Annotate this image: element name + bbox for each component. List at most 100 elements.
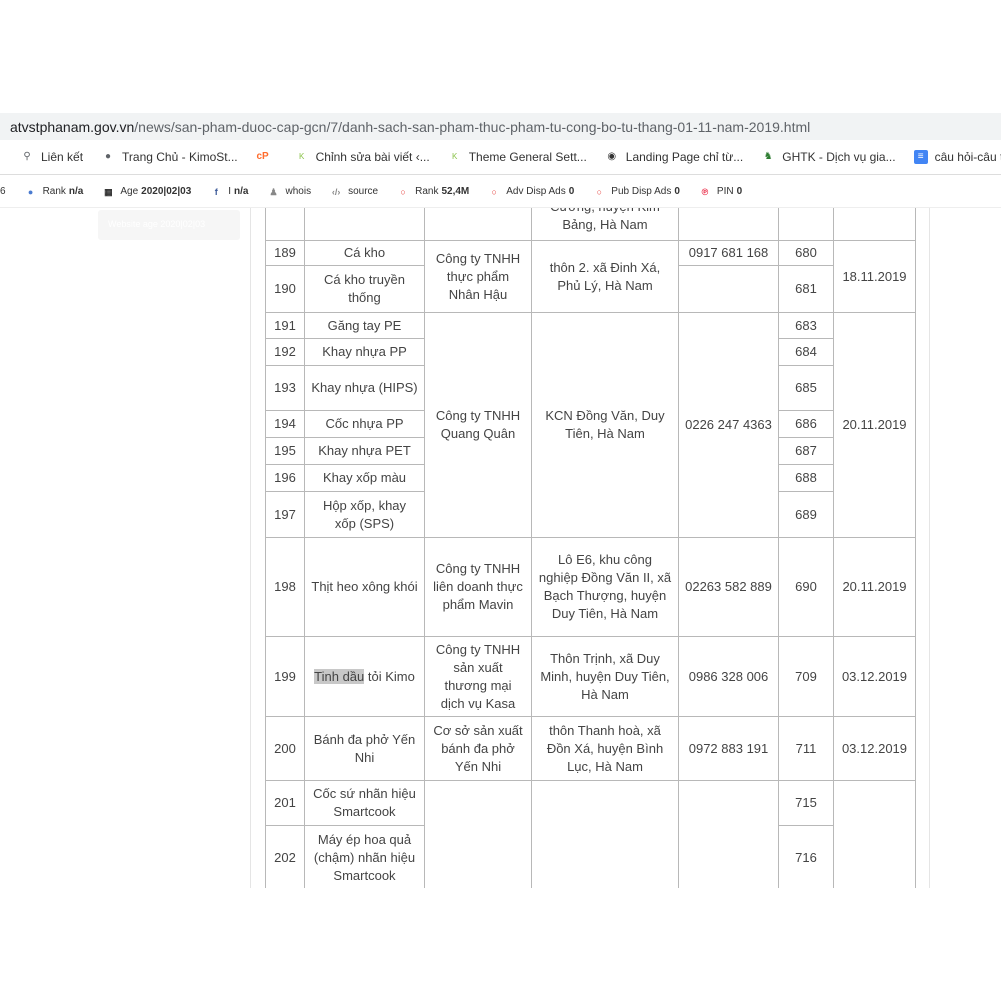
address-cell: Thôn Trịnh, xã Duy Minh, huyện Duy Tiên,… [531, 636, 679, 717]
extension-item[interactable]: ‹/› source [331, 186, 378, 197]
stt-cell: 200 [265, 716, 305, 781]
extension-label: I [228, 186, 232, 197]
extension-value: 0 [674, 186, 680, 197]
number-cell: 688 [778, 464, 834, 492]
bookmark-label: Liên kết [41, 150, 84, 164]
extension-item[interactable]: 6 [0, 186, 6, 197]
calendar-icon: ▦ [104, 186, 113, 197]
docs-icon: ≡ [913, 150, 928, 164]
extension-item[interactable]: ▦ Age 2020|02|03 [103, 186, 191, 197]
bookmark-item[interactable]: K Theme General Sett... [448, 150, 587, 164]
extension-value: n/a [68, 186, 84, 197]
extension-item[interactable]: ○ Adv Disp Ads 0 [489, 186, 575, 197]
address-cell: thôn Thanh hoà, xã Đồn Xá, huyện Bình Lụ… [531, 716, 679, 781]
product-name-cell: Bánh đa phở Yến Nhi [304, 716, 425, 781]
bookmark-item[interactable]: K Chỉnh sửa bài viết ‹... [295, 150, 430, 164]
url-path: /news/san-pham-duoc-cap-gcn/7/danh-sach-… [134, 119, 811, 135]
number-cell: 689 [778, 491, 834, 538]
extension-value: 0 [736, 186, 743, 197]
number-cell: 684 [778, 338, 834, 366]
extension-item[interactable]: ● Rank n/a [26, 186, 84, 197]
extension-item[interactable]: ○ Rank 52,4M [398, 186, 469, 197]
table-row: Cương, huyện Kim Bảng, Hà Nam [265, 208, 916, 241]
extension-label: Rank [415, 186, 439, 197]
code-icon: ‹/› [331, 186, 341, 197]
company-cell: Công ty TNHH Quang Quân [424, 312, 532, 538]
number-cell: 686 [778, 410, 834, 438]
extension-value: 52,4M [441, 186, 470, 197]
extension-item[interactable]: ℗ PIN 0 [700, 186, 743, 197]
bookmark-item[interactable]: ♞ GHTK - Dịch vụ gia... [761, 150, 896, 164]
bookmark-item[interactable]: cP [256, 150, 277, 164]
date-cell: 20.11.2019 [833, 537, 916, 637]
date-cell: 03.12.2019 [833, 636, 916, 717]
number-cell: 716 [778, 825, 834, 888]
phone-cell [678, 265, 779, 313]
extension-value: n/a [234, 186, 249, 197]
bookmark-item[interactable]: ● Trang Chủ - KimoSt... [101, 150, 238, 164]
phone-cell: 0226 247 4363 [678, 312, 779, 538]
table-row: 201 Cốc sứ nhãn hiệu Smartcook 715 [265, 780, 916, 888]
extension-label: 6 [0, 186, 6, 197]
alexa-icon: ● [27, 186, 34, 197]
table-row: 191 Găng tay PE Công ty TNHH Quang Quân KCN… [265, 312, 916, 538]
bookmark-item[interactable]: ≡ câu hỏi-câu tra [913, 150, 1001, 164]
stt-cell: 190 [265, 265, 305, 313]
number-cell: 687 [778, 437, 834, 465]
extension-item[interactable]: ○ Pub Disp Ads 0 [594, 186, 680, 197]
kimo-shop-icon: K [452, 152, 458, 161]
bookmark-item[interactable]: ◉ Landing Page chỉ từ... [605, 150, 743, 164]
product-name-cell: Khay nhựa PET [304, 437, 425, 465]
stt-cell: 202 [265, 825, 305, 888]
product-name-cell: Khay nhựa PP [304, 338, 425, 366]
number-cell: 711 [778, 716, 834, 781]
phone-cell: 0917 681 168 [678, 240, 779, 266]
opera-icon: ○ [400, 186, 406, 197]
phone-cell: 0972 883 191 [678, 716, 779, 781]
extension-label: source [348, 186, 379, 197]
company-cell: Công ty TNHH liên doanh thực phẩm Mavin [424, 537, 532, 637]
product-name-cell: Hộp xốp, khay xốp (SPS) [304, 491, 425, 538]
table-row: 189 Cá kho Công ty TNHH thực phẩm Nhân H… [265, 240, 916, 313]
extension-label: Adv Disp Ads [506, 186, 566, 197]
date-cell: 20.11.2019 [833, 312, 916, 538]
phone-cell: 02263 582 889 [678, 537, 779, 637]
product-name-cell: Cốc nhựa PP [304, 410, 425, 438]
stt-cell: 194 [265, 410, 305, 438]
bookmark-label: Landing Page chỉ từ... [625, 150, 744, 164]
number-cell: 715 [778, 780, 834, 826]
product-name-cell: Cốc sứ nhãn hiệu Smartcook [304, 780, 425, 826]
number-cell: 683 [778, 312, 834, 339]
stt-cell: 189 [265, 240, 305, 266]
stt-cell: 201 [265, 780, 305, 826]
selected-text: Tinh dầu [314, 668, 365, 684]
date-cell: 18.11.2019 [833, 240, 916, 313]
number-cell: 681 [778, 265, 834, 313]
bookmark-label: Trang Chủ - KimoSt... [122, 150, 238, 164]
stt-cell: 191 [265, 312, 305, 339]
opera-icon: ○ [596, 186, 603, 197]
cpanel-icon: cP [256, 151, 269, 162]
stt-cell: 199 [265, 636, 305, 717]
kimo-shop-icon: K [298, 152, 305, 161]
product-name-cell: Cá kho [304, 240, 425, 266]
product-name-cell: Găng tay PE [304, 312, 425, 339]
product-name-cell: Khay xốp màu [304, 464, 425, 492]
stt-cell: 198 [265, 537, 305, 637]
bookmark-item[interactable]: ⚲ Liên kết [20, 150, 83, 164]
stt-cell: 197 [265, 491, 305, 538]
website-age-box: Website age 2020|02|03 [98, 210, 240, 240]
bookmark-label: GHTK - Dịch vụ gia... [782, 150, 896, 164]
product-name-cell: Máy ép hoa quả (chậm) nhãn hiệu Smartcoo… [304, 825, 425, 888]
extension-item[interactable]: ♟ whois [269, 186, 311, 197]
stt-cell: 195 [265, 437, 305, 465]
extension-item[interactable]: f In/a [211, 186, 249, 197]
company-cell: Công ty TNHH sản xuất thương mại dịch vụ… [424, 636, 532, 717]
extension-value: 0 [568, 186, 575, 197]
table-row: 198 Thịt heo xông khói Công ty TNHH liên… [265, 537, 916, 637]
address-cell: thôn 2. xã Đinh Xá, Phủ Lý, Hà Nam [531, 240, 679, 313]
product-name-cell: Tinh dầu tỏi Kimo [304, 636, 425, 717]
address-bar[interactable]: atvstphanam.gov.vn/news/san-pham-duoc-ca… [0, 113, 1001, 140]
landing-icon: ◉ [607, 151, 617, 162]
extension-label: Rank [42, 186, 66, 197]
